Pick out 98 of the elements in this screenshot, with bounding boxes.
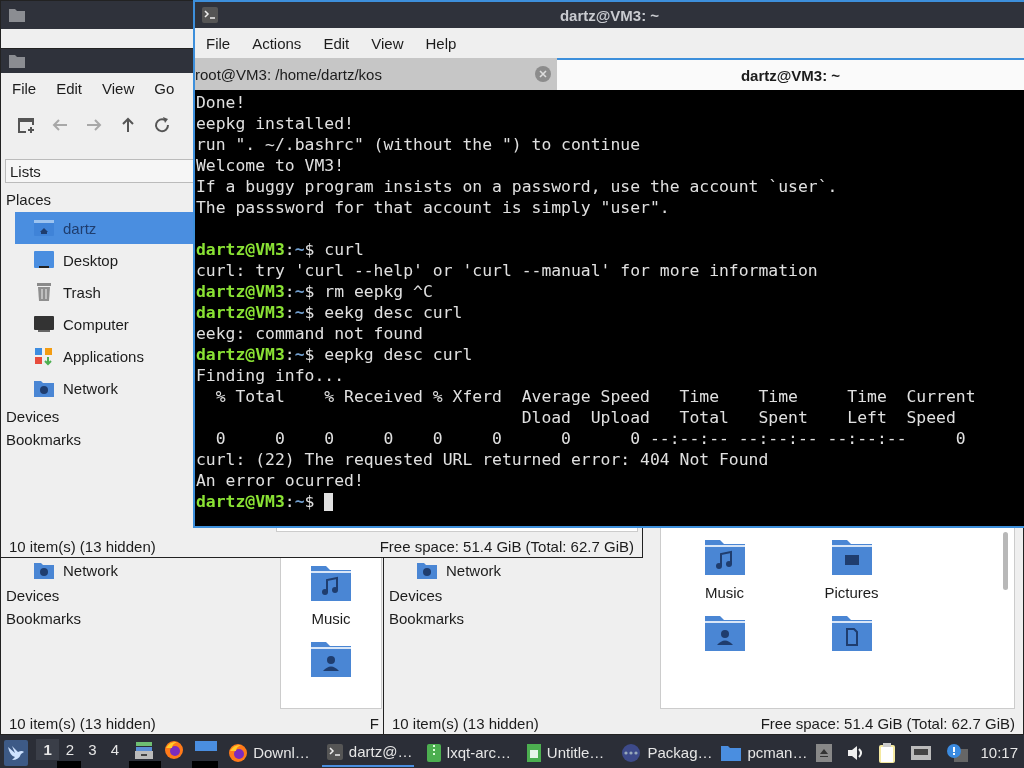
desktop-switch-button[interactable]: 4 bbox=[103, 739, 127, 760]
network-folder-icon bbox=[416, 560, 438, 580]
place-item[interactable]: Network bbox=[15, 372, 193, 404]
browser-icon[interactable] bbox=[164, 740, 185, 760]
terminal-output-line: Welcome to VM3! bbox=[196, 155, 345, 176]
terminal-output-line: eepkg installed! bbox=[196, 113, 354, 134]
tab-label[interactable]: root@VM3: /home/dartz/kos bbox=[195, 65, 382, 83]
task-button[interactable]: lxqt-arc… bbox=[421, 738, 514, 767]
menu-item[interactable]: Go bbox=[154, 79, 175, 97]
prompt-line: dartz@VM3:~$ eekg desc curl bbox=[196, 302, 463, 323]
item-count: 10 item(s) (13 hidden) bbox=[9, 537, 156, 555]
section-heading[interactable]: Bookmarks bbox=[6, 610, 82, 629]
sidebar-mode-dropdown[interactable]: Lists bbox=[5, 159, 193, 183]
reload-icon[interactable] bbox=[153, 116, 171, 134]
file-cabinet-icon[interactable] bbox=[134, 740, 155, 760]
section-heading: Places bbox=[6, 191, 52, 208]
redaction-box bbox=[57, 761, 81, 768]
display-icon[interactable] bbox=[194, 740, 219, 752]
section-heading[interactable]: Devices bbox=[389, 587, 443, 606]
menu-item[interactable]: View bbox=[102, 79, 135, 97]
terminal-icon[interactable] bbox=[325, 742, 344, 761]
folder-label[interactable]: Pictures bbox=[824, 584, 879, 601]
desktop-switch-button[interactable]: 1 bbox=[36, 739, 59, 760]
window-icon bbox=[9, 54, 25, 68]
folder-label[interactable]: Music bbox=[311, 610, 351, 627]
desktop-switch-button[interactable]: 2 bbox=[58, 739, 82, 760]
redaction-box bbox=[192, 761, 218, 768]
menu-item[interactable]: Edit bbox=[323, 34, 350, 52]
section-heading[interactable]: Bookmarks bbox=[389, 610, 465, 629]
terminal-output-line: An error ocurred! bbox=[196, 470, 364, 491]
menu-item[interactable]: View bbox=[371, 34, 404, 52]
menu-item[interactable]: File bbox=[206, 34, 231, 52]
place-item[interactable]: Desktop bbox=[15, 244, 193, 276]
prompt-line: dartz@VM3:~$ rm eepkg ^C bbox=[196, 281, 433, 302]
network-folder-icon bbox=[33, 560, 55, 580]
notification-icon[interactable] bbox=[946, 742, 969, 763]
tab-label[interactable]: dartz@VM3: ~ bbox=[740, 66, 841, 84]
clock[interactable]: 10:17 bbox=[980, 744, 1018, 761]
packages-icon[interactable] bbox=[620, 742, 643, 763]
task-button[interactable]: Packag… bbox=[616, 738, 709, 767]
section-heading[interactable]: Bookmarks bbox=[6, 431, 82, 450]
computer-icon bbox=[33, 314, 55, 334]
home-folder-icon bbox=[33, 218, 55, 238]
clipboard-icon[interactable] bbox=[878, 741, 897, 764]
folder-label[interactable]: Music bbox=[704, 584, 745, 601]
terminal-output-line: 0 0 0 0 0 0 0 0 --:--:-- --:--:-- --:--:-- 0 bbox=[214, 428, 966, 449]
prompt-line: dartz@VM3:~$ bbox=[196, 491, 316, 512]
terminal-output-line: If a buggy program insists on a password, use the account `user`. bbox=[196, 176, 838, 197]
volume-icon[interactable] bbox=[846, 743, 865, 762]
redaction-box bbox=[129, 761, 161, 768]
place-item[interactable]: Applications bbox=[15, 340, 193, 372]
place-item[interactable]: Trash bbox=[15, 276, 193, 308]
terminal-tab[interactable]: dartz@VM3: ~ bbox=[557, 58, 1024, 90]
spreadsheet-icon[interactable] bbox=[525, 742, 542, 763]
free-space: Free space: 51.4 GiB (Total: 62.7 GiB) bbox=[379, 537, 634, 555]
menu-item[interactable]: Actions bbox=[252, 34, 302, 52]
place-item[interactable]: Network bbox=[15, 557, 280, 583]
desktop-switch-button[interactable]: 3 bbox=[81, 739, 104, 760]
place-item[interactable]: Computer bbox=[15, 308, 193, 340]
terminal-output-line: The passsword for that account is simply "user". bbox=[196, 197, 670, 218]
place-item[interactable]: Network bbox=[398, 557, 660, 583]
menu-item[interactable]: Help bbox=[425, 34, 457, 52]
window-title: dartz@VM3: ~ bbox=[559, 6, 660, 24]
prompt-line: dartz@VM3:~$ eepkg desc curl bbox=[196, 344, 473, 365]
terminal-output-line: Done! bbox=[196, 92, 246, 113]
item-count: 10 item(s) (13 hidden) bbox=[392, 714, 539, 732]
network-icon[interactable] bbox=[910, 743, 933, 762]
scrollbar-thumb[interactable] bbox=[1003, 532, 1008, 590]
task-button[interactable]: Downl… bbox=[224, 738, 314, 767]
archive-icon[interactable] bbox=[425, 742, 442, 763]
terminal-output-line: curl: try 'curl --help' or 'curl --manual' for more information bbox=[196, 260, 818, 281]
section-heading[interactable]: Devices bbox=[6, 587, 60, 606]
terminal-output-line: curl: (22) The requested URL returned error: 404 Not Found bbox=[196, 449, 769, 470]
section-heading[interactable]: Devices bbox=[6, 408, 60, 427]
monitor-icon bbox=[33, 250, 55, 270]
free-space: Free space: 51.4 GiB (Total: 62.7 GiB) bbox=[760, 714, 1015, 732]
start-menu-button[interactable] bbox=[4, 739, 29, 766]
new-window-icon[interactable] bbox=[17, 116, 35, 134]
terminal-output-line: eekg: command not found bbox=[196, 323, 423, 344]
terminal-output-line: Finding info... bbox=[196, 365, 345, 386]
network-folder-icon bbox=[33, 378, 55, 398]
prompt-line: dartz@VM3:~$ curl bbox=[196, 239, 364, 260]
terminal-output-line: run ". ~/.bashrc" (without the ") to continue bbox=[196, 134, 641, 155]
window-icon bbox=[9, 8, 25, 22]
task-button[interactable]: Untitle… bbox=[521, 738, 609, 767]
terminal-icon[interactable] bbox=[201, 6, 219, 24]
terminal-tab[interactable]: root@VM3: /home/dartz/kos bbox=[195, 58, 557, 90]
task-button[interactable]: dartz@… bbox=[321, 738, 414, 767]
terminal-output-line: % Total % Received % Xferd Average Speed Time Time Time Current bbox=[214, 386, 976, 407]
eject-icon[interactable] bbox=[816, 743, 833, 762]
apps-icon bbox=[33, 346, 55, 366]
browser-icon[interactable] bbox=[228, 742, 249, 763]
menu-item[interactable]: Edit bbox=[56, 79, 83, 97]
free-space: F bbox=[369, 714, 379, 732]
item-count: 10 item(s) (13 hidden) bbox=[9, 714, 156, 732]
terminal-output-line: Dload Upload Total Spent Left Speed bbox=[520, 407, 956, 428]
task-button[interactable]: pcman… bbox=[716, 738, 809, 767]
menu-item[interactable]: File bbox=[12, 79, 37, 97]
